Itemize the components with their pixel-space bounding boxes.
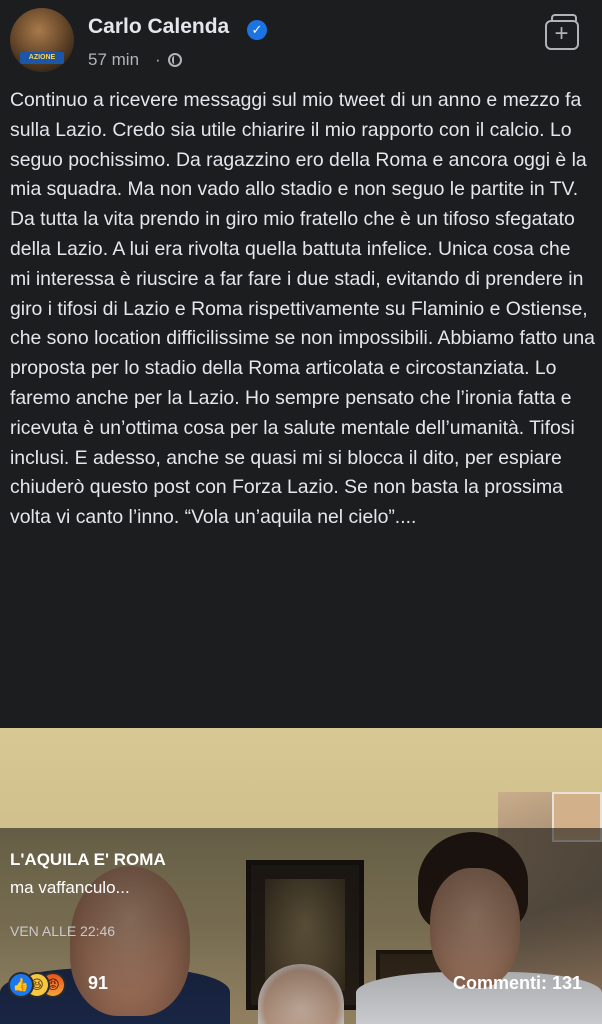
post-body-text: Continuo a ricevere messaggi sul mio twe… bbox=[10, 89, 595, 529]
author-avatar[interactable]: AZIONE bbox=[10, 8, 74, 72]
comment-timestamp: VEN ALLE 22:46 bbox=[10, 923, 116, 939]
post-timestamp[interactable]: 57 min bbox=[88, 50, 139, 70]
reaction-count[interactable]: 91 bbox=[88, 973, 108, 994]
author-name[interactable]: Carlo Calenda bbox=[88, 15, 229, 39]
avatar-badge: AZIONE bbox=[20, 52, 64, 64]
comment-text: ma vaffanculo... bbox=[10, 878, 130, 897]
comments-count[interactable]: Commenti: 131 bbox=[453, 973, 582, 994]
save-collection-icon[interactable] bbox=[545, 14, 579, 50]
verified-badge-icon: ✓ bbox=[247, 20, 267, 40]
separator: · bbox=[155, 50, 161, 69]
comment-author[interactable]: L'AQUILA E' ROMA bbox=[10, 850, 166, 870]
post-header: AZIONE Carlo Calenda ✓ 57 min · bbox=[0, 0, 602, 84]
like-icon: 👍 bbox=[8, 972, 34, 998]
globe-icon bbox=[168, 53, 182, 67]
